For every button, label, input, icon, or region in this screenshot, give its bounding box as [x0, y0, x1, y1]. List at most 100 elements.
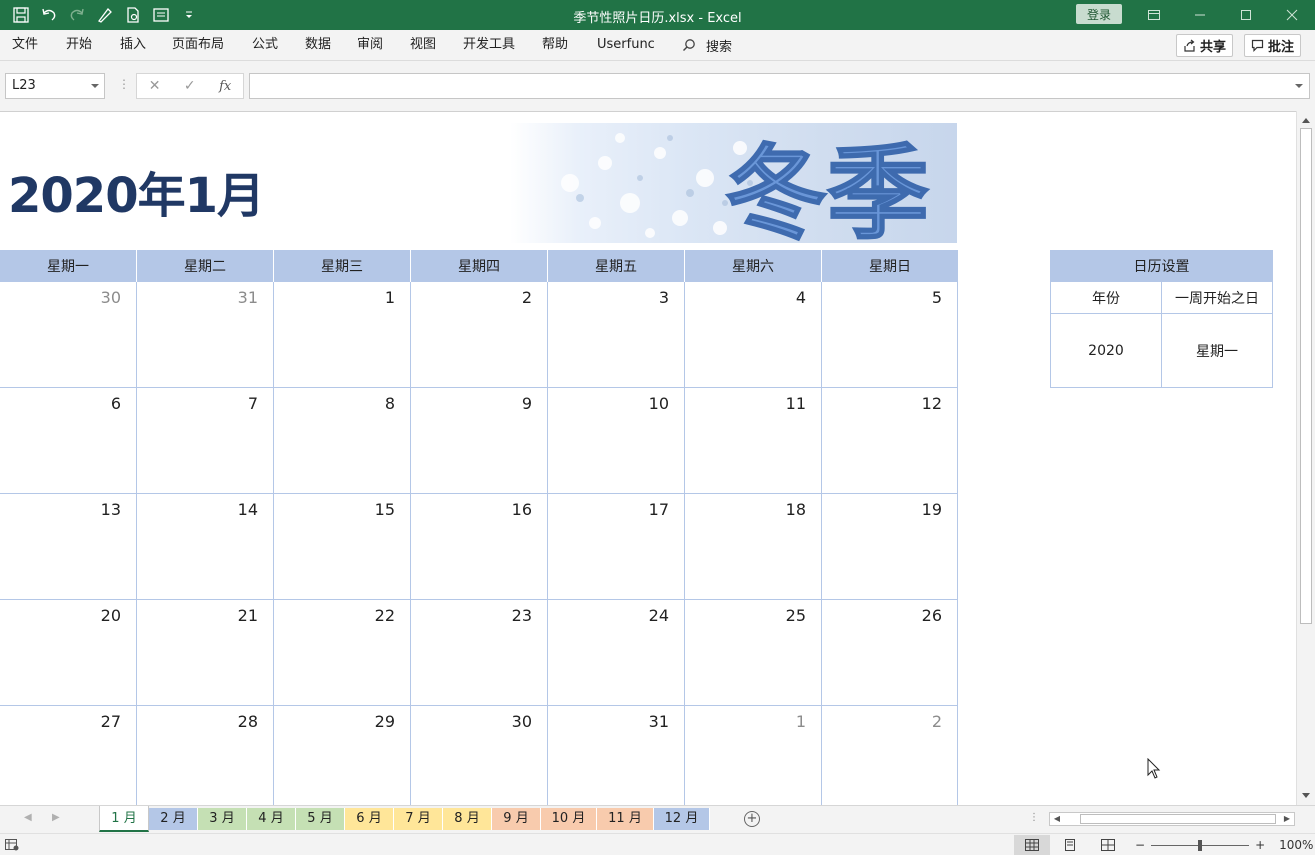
- calendar-day-cell[interactable]: 31: [137, 282, 274, 388]
- macro-record-icon[interactable]: [5, 839, 19, 851]
- normal-view-button[interactable]: [1014, 835, 1050, 855]
- calendar-day-cell[interactable]: 4: [685, 282, 822, 388]
- scroll-right-icon[interactable]: ▶: [1280, 813, 1294, 825]
- undo-button[interactable]: [36, 2, 62, 28]
- zoom-level[interactable]: 100%: [1279, 838, 1313, 852]
- tab-home[interactable]: 开始: [66, 30, 92, 60]
- calendar-day-cell[interactable]: 12: [822, 388, 958, 494]
- calendar-day-cell[interactable]: 29: [274, 706, 411, 805]
- tab-file[interactable]: 文件: [12, 30, 38, 60]
- draw-button[interactable]: [92, 2, 118, 28]
- calendar-day-cell[interactable]: 21: [137, 600, 274, 706]
- check-icon[interactable]: ✓: [184, 78, 196, 94]
- calendar-day-cell[interactable]: 9: [411, 388, 548, 494]
- vertical-scrollbar[interactable]: [1296, 111, 1315, 805]
- calendar-day-cell[interactable]: 16: [411, 494, 548, 600]
- sheet-tab[interactable]: 11 月: [597, 808, 654, 830]
- calendar-day-cell[interactable]: 7: [137, 388, 274, 494]
- new-sheet-button[interactable]: +: [744, 811, 760, 827]
- calendar-day-cell[interactable]: 27: [0, 706, 137, 805]
- calendar-day-cell[interactable]: 13: [0, 494, 137, 600]
- calendar-day-cell[interactable]: 24: [548, 600, 685, 706]
- calendar-day-cell[interactable]: 1: [685, 706, 822, 805]
- scroll-left-icon[interactable]: ◀: [1050, 813, 1064, 825]
- calendar-day-cell[interactable]: 20: [0, 600, 137, 706]
- calendar-day-cell[interactable]: 6: [0, 388, 137, 494]
- calendar-day-cell[interactable]: 25: [685, 600, 822, 706]
- calendar-day-cell[interactable]: 31: [548, 706, 685, 805]
- zoom-in-button[interactable]: +: [1255, 838, 1265, 852]
- tab-page-layout[interactable]: 页面布局: [172, 30, 224, 60]
- share-button[interactable]: 共享: [1176, 34, 1234, 57]
- login-button[interactable]: 登录: [1076, 4, 1122, 24]
- tab-review[interactable]: 审阅: [357, 30, 383, 60]
- horizontal-scroll-thumb[interactable]: [1080, 814, 1276, 824]
- sheet-tab[interactable]: 2 月: [149, 808, 198, 830]
- zoom-out-button[interactable]: −: [1135, 838, 1145, 852]
- calendar-day-cell[interactable]: 26: [822, 600, 958, 706]
- calendar-day-cell[interactable]: 30: [411, 706, 548, 805]
- chevron-down-icon[interactable]: [91, 84, 99, 88]
- expand-formula-icon[interactable]: [1295, 84, 1303, 88]
- calendar-day-cell[interactable]: 2: [822, 706, 958, 805]
- calendar-day-cell[interactable]: 28: [137, 706, 274, 805]
- zoom-slider-thumb[interactable]: [1198, 839, 1203, 851]
- sheet-tab[interactable]: 4 月: [247, 808, 296, 830]
- calendar-day-cell[interactable]: 19: [822, 494, 958, 600]
- prev-sheet-icon[interactable]: ◀: [24, 812, 32, 823]
- calendar-day-cell[interactable]: 1: [274, 282, 411, 388]
- cancel-icon[interactable]: ✕: [149, 78, 161, 94]
- insert-function-button[interactable]: fx: [219, 79, 231, 94]
- calendar-day-cell[interactable]: 17: [548, 494, 685, 600]
- sheet-tab[interactable]: 1 月: [99, 806, 149, 832]
- tab-formulas[interactable]: 公式: [252, 30, 278, 60]
- sheet-tab[interactable]: 3 月: [198, 808, 247, 830]
- scroll-up-button[interactable]: [1300, 114, 1312, 126]
- sheet-tab[interactable]: 7 月: [394, 808, 443, 830]
- print-preview-button[interactable]: [120, 2, 146, 28]
- sheet-tab[interactable]: 6 月: [345, 808, 394, 830]
- ribbon-display-button[interactable]: [1131, 0, 1177, 30]
- calendar-day-cell[interactable]: 5: [822, 282, 958, 388]
- tab-userfunc[interactable]: Userfunc: [597, 30, 655, 60]
- zoom-slider[interactable]: [1151, 839, 1250, 851]
- weekstart-value-cell[interactable]: 星期一: [1162, 314, 1273, 388]
- next-sheet-icon[interactable]: ▶: [52, 812, 60, 823]
- tell-me-search[interactable]: 搜索: [682, 30, 732, 60]
- minimize-button[interactable]: [1177, 0, 1223, 30]
- comments-button[interactable]: 批注: [1244, 34, 1302, 57]
- scroll-down-button[interactable]: [1300, 790, 1312, 802]
- form-button[interactable]: [148, 2, 174, 28]
- calendar-day-cell[interactable]: 22: [274, 600, 411, 706]
- sheet-tab[interactable]: 5 月: [296, 808, 345, 830]
- calendar-day-cell[interactable]: 3: [548, 282, 685, 388]
- sheet-tab[interactable]: 9 月: [492, 808, 541, 830]
- page-layout-view-button[interactable]: [1052, 835, 1088, 855]
- calendar-day-cell[interactable]: 15: [274, 494, 411, 600]
- year-value-cell[interactable]: 2020: [1050, 314, 1162, 388]
- formula-bar-splitter[interactable]: ⋮: [118, 78, 130, 90]
- tab-data[interactable]: 数据: [305, 30, 331, 60]
- calendar-day-cell[interactable]: 8: [274, 388, 411, 494]
- sheet-tab[interactable]: 8 月: [443, 808, 492, 830]
- calendar-day-cell[interactable]: 30: [0, 282, 137, 388]
- tab-developer[interactable]: 开发工具: [463, 30, 515, 60]
- calendar-day-cell[interactable]: 2: [411, 282, 548, 388]
- calendar-day-cell[interactable]: 23: [411, 600, 548, 706]
- redo-button[interactable]: [64, 2, 90, 28]
- vertical-scroll-thumb[interactable]: [1300, 128, 1312, 624]
- customize-qat-button[interactable]: [176, 2, 202, 28]
- page-break-view-button[interactable]: [1090, 835, 1126, 855]
- name-box[interactable]: L23: [5, 73, 105, 99]
- calendar-day-cell[interactable]: 18: [685, 494, 822, 600]
- calendar-day-cell[interactable]: 11: [685, 388, 822, 494]
- save-button[interactable]: [8, 2, 34, 28]
- sheet-tab[interactable]: 12 月: [654, 808, 710, 830]
- sheet-tab[interactable]: 10 月: [541, 808, 597, 830]
- tab-insert[interactable]: 插入: [120, 30, 146, 60]
- worksheet[interactable]: 2020年1月 冬季 星期一 星期二 星期三 星期四 星期五 星期六 星期日 3…: [0, 111, 1296, 805]
- tab-view[interactable]: 视图: [410, 30, 436, 60]
- close-button[interactable]: [1269, 0, 1315, 30]
- calendar-day-cell[interactable]: 10: [548, 388, 685, 494]
- horizontal-scrollbar[interactable]: ◀ ▶: [1049, 812, 1295, 826]
